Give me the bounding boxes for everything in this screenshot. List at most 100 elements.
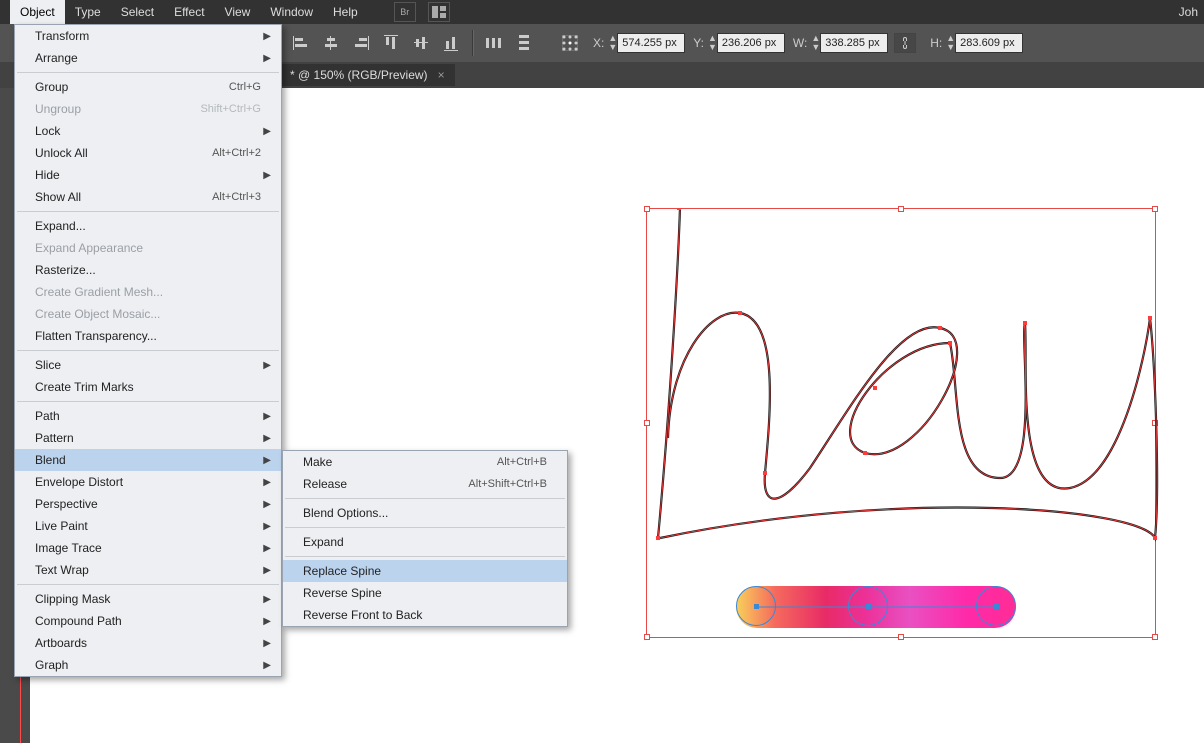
menu-item-shortcut: Alt+Shift+Ctrl+B bbox=[468, 478, 547, 490]
menu-effect[interactable]: Effect bbox=[164, 0, 214, 24]
align-left-icon[interactable] bbox=[288, 31, 314, 55]
object-menu-item-slice[interactable]: Slice▶ bbox=[15, 354, 281, 376]
bridge-icon[interactable]: Br bbox=[394, 2, 416, 22]
menu-help[interactable]: Help bbox=[323, 0, 368, 24]
object-menu-item-flatten-transparency[interactable]: Flatten Transparency... bbox=[15, 325, 281, 347]
submenu-arrow-icon: ▶ bbox=[263, 521, 271, 532]
object-menu-item-blend[interactable]: Blend▶ bbox=[15, 449, 281, 471]
object-menu-item-clipping-mask[interactable]: Clipping Mask▶ bbox=[15, 588, 281, 610]
h-input[interactable] bbox=[955, 33, 1023, 53]
submenu-arrow-icon: ▶ bbox=[263, 565, 271, 576]
menu-item-label: Compound Path bbox=[35, 614, 261, 628]
close-tab-icon[interactable]: × bbox=[438, 64, 445, 86]
menu-item-label: Unlock All bbox=[35, 146, 212, 160]
object-menu-item-unlock-all[interactable]: Unlock AllAlt+Ctrl+2 bbox=[15, 142, 281, 164]
x-stepper-icon[interactable]: ▲▼ bbox=[608, 34, 617, 52]
align-top-icon[interactable] bbox=[378, 31, 404, 55]
menu-view[interactable]: View bbox=[215, 0, 261, 24]
menu-item-label: Artboards bbox=[35, 636, 261, 650]
object-menu-item-ungroup: UngroupShift+Ctrl+G bbox=[15, 98, 281, 120]
menu-type[interactable]: Type bbox=[65, 0, 111, 24]
menu-item-label: Graph bbox=[35, 658, 261, 672]
menu-item-label: Release bbox=[303, 477, 468, 491]
dist-h-icon[interactable] bbox=[481, 31, 507, 55]
align-hcenter-icon[interactable] bbox=[318, 31, 344, 55]
h-label: H: bbox=[930, 36, 942, 50]
object-menu-item-perspective[interactable]: Perspective▶ bbox=[15, 493, 281, 515]
object-menu-item-transform[interactable]: Transform▶ bbox=[15, 25, 281, 47]
h-stepper-icon[interactable]: ▲▼ bbox=[946, 34, 955, 52]
object-menu-item-graph[interactable]: Graph▶ bbox=[15, 654, 281, 676]
object-menu-item-hide[interactable]: Hide▶ bbox=[15, 164, 281, 186]
menu-item-label: Create Trim Marks bbox=[35, 380, 261, 394]
blend-menu-item-blend-options[interactable]: Blend Options... bbox=[283, 502, 567, 524]
object-menu-item-pattern[interactable]: Pattern▶ bbox=[15, 427, 281, 449]
document-tab[interactable]: * @ 150% (RGB/Preview) × bbox=[280, 64, 455, 86]
submenu-arrow-icon: ▶ bbox=[263, 411, 271, 422]
object-menu-separator bbox=[17, 401, 279, 402]
menu-select[interactable]: Select bbox=[111, 0, 164, 24]
submenu-arrow-icon: ▶ bbox=[263, 594, 271, 605]
object-menu-separator bbox=[17, 211, 279, 212]
object-menu-separator bbox=[17, 350, 279, 351]
object-menu-item-artboards[interactable]: Artboards▶ bbox=[15, 632, 281, 654]
menu-item-label: Ungroup bbox=[35, 102, 200, 116]
object-menu-item-image-trace[interactable]: Image Trace▶ bbox=[15, 537, 281, 559]
object-menu-item-lock[interactable]: Lock▶ bbox=[15, 120, 281, 142]
object-menu-item-expand-appearance: Expand Appearance bbox=[15, 237, 281, 259]
handle-bl[interactable] bbox=[644, 634, 650, 640]
blend-menu-item-release[interactable]: ReleaseAlt+Shift+Ctrl+B bbox=[283, 473, 567, 495]
menu-item-label: Arrange bbox=[35, 51, 261, 65]
arrange-docs-icon[interactable] bbox=[428, 2, 450, 22]
object-menu-item-compound-path[interactable]: Compound Path▶ bbox=[15, 610, 281, 632]
blend-menu-item-replace-spine[interactable]: Replace Spine bbox=[283, 560, 567, 582]
document-tab-title: * @ 150% (RGB/Preview) bbox=[290, 64, 428, 86]
blend-menu-item-make[interactable]: MakeAlt+Ctrl+B bbox=[283, 451, 567, 473]
menu-window[interactable]: Window bbox=[260, 0, 323, 24]
blend-menu-separator bbox=[285, 498, 565, 499]
align-right-icon[interactable] bbox=[348, 31, 374, 55]
menu-item-label: Make bbox=[303, 455, 497, 469]
menu-item-label: Transform bbox=[35, 29, 261, 43]
blend-menu-item-reverse-front-to-back[interactable]: Reverse Front to Back bbox=[283, 604, 567, 626]
blend-menu-separator bbox=[285, 556, 565, 557]
menu-item-label: Image Trace bbox=[35, 541, 261, 555]
submenu-arrow-icon: ▶ bbox=[263, 433, 271, 444]
x-input[interactable] bbox=[617, 33, 685, 53]
y-input[interactable] bbox=[717, 33, 785, 53]
object-menu-item-create-trim-marks[interactable]: Create Trim Marks bbox=[15, 376, 281, 398]
blend-menu-item-reverse-spine[interactable]: Reverse Spine bbox=[283, 582, 567, 604]
align-vcenter-icon[interactable] bbox=[408, 31, 434, 55]
menu-item-label: Text Wrap bbox=[35, 563, 261, 577]
y-stepper-icon[interactable]: ▲▼ bbox=[708, 34, 717, 52]
dist-v-icon[interactable] bbox=[511, 31, 537, 55]
w-input[interactable] bbox=[820, 33, 888, 53]
menu-item-label: Pattern bbox=[35, 431, 261, 445]
object-menu-item-show-all[interactable]: Show AllAlt+Ctrl+3 bbox=[15, 186, 281, 208]
object-menu-item-arrange[interactable]: Arrange▶ bbox=[15, 47, 281, 69]
w-stepper-icon[interactable]: ▲▼ bbox=[811, 34, 820, 52]
object-menu-item-path[interactable]: Path▶ bbox=[15, 405, 281, 427]
object-menu-item-rasterize[interactable]: Rasterize... bbox=[15, 259, 281, 281]
object-menu-item-expand[interactable]: Expand... bbox=[15, 215, 281, 237]
handle-br[interactable] bbox=[1152, 634, 1158, 640]
object-menu-dropdown: Transform▶Arrange▶GroupCtrl+GUngroupShif… bbox=[14, 24, 282, 677]
object-menu-item-group[interactable]: GroupCtrl+G bbox=[15, 76, 281, 98]
object-menu-item-live-paint[interactable]: Live Paint▶ bbox=[15, 515, 281, 537]
align-bottom-icon[interactable] bbox=[438, 31, 464, 55]
blend-menu-item-expand[interactable]: Expand bbox=[283, 531, 567, 553]
object-menu-item-create-object-mosaic: Create Object Mosaic... bbox=[15, 303, 281, 325]
object-menu-item-envelope-distort[interactable]: Envelope Distort▶ bbox=[15, 471, 281, 493]
menu-item-label: Show All bbox=[35, 190, 212, 204]
link-wh-icon[interactable] bbox=[894, 33, 916, 53]
y-label: Y: bbox=[693, 36, 704, 50]
menu-item-shortcut: Alt+Ctrl+2 bbox=[212, 147, 261, 159]
transform-ref-icon[interactable] bbox=[557, 31, 583, 55]
submenu-arrow-icon: ▶ bbox=[263, 477, 271, 488]
w-label: W: bbox=[793, 36, 807, 50]
menu-item-shortcut: Ctrl+G bbox=[229, 81, 261, 93]
user-name[interactable]: Joh bbox=[1173, 5, 1204, 19]
handle-bc[interactable] bbox=[898, 634, 904, 640]
menu-object[interactable]: Object bbox=[10, 0, 65, 24]
object-menu-item-text-wrap[interactable]: Text Wrap▶ bbox=[15, 559, 281, 581]
